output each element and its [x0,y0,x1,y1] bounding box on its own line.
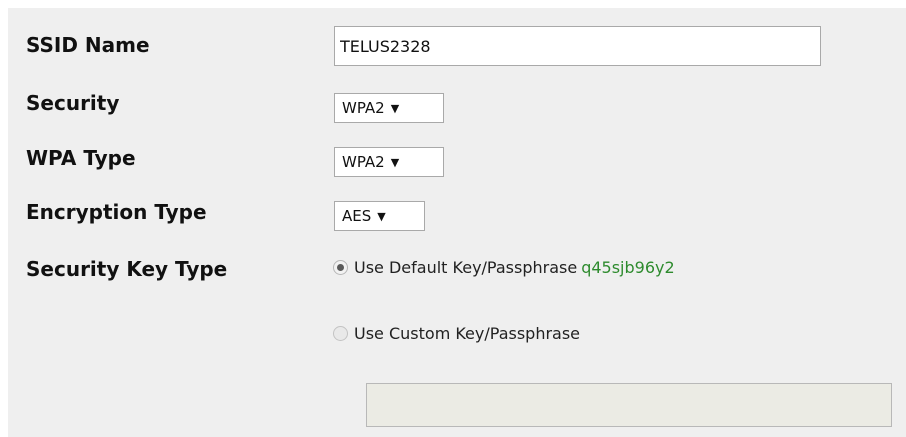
custom-key-label: Use Custom Key/Passphrase [354,324,581,343]
chevron-down-icon: ▼ [390,101,400,115]
chevron-down-icon: ▼ [390,155,400,169]
encryption-type-select[interactable]: AES ▼ [334,201,425,231]
custom-key-option[interactable]: Use Custom Key/Passphrase [333,324,580,343]
default-key-option[interactable]: Use Default Key/Passphrase q45sjb96y2 [333,258,675,277]
wpa-type-select[interactable]: WPA2 ▼ [334,147,444,177]
default-key-label: Use Default Key/Passphrase [354,258,578,277]
wpa-type-select-value: WPA2 [342,153,385,171]
wpa-type-label: WPA Type [26,146,136,170]
default-key-value: q45sjb96y2 [581,258,675,277]
encryption-type-select-value: AES [342,207,372,225]
chevron-down-icon: ▼ [377,209,386,223]
encryption-type-label: Encryption Type [26,200,207,224]
custom-key-radio[interactable] [333,326,348,341]
ssid-name-input[interactable] [334,26,821,66]
wireless-settings-panel: SSID Name Security WPA2 ▼ WPA Type WPA2 … [0,0,906,437]
custom-key-input[interactable] [366,383,892,427]
default-key-radio[interactable] [333,260,348,275]
security-select-value: WPA2 [342,99,385,117]
security-select[interactable]: WPA2 ▼ [334,93,444,123]
ssid-name-label: SSID Name [26,33,150,57]
security-key-type-label: Security Key Type [26,257,228,281]
security-label: Security [26,91,120,115]
